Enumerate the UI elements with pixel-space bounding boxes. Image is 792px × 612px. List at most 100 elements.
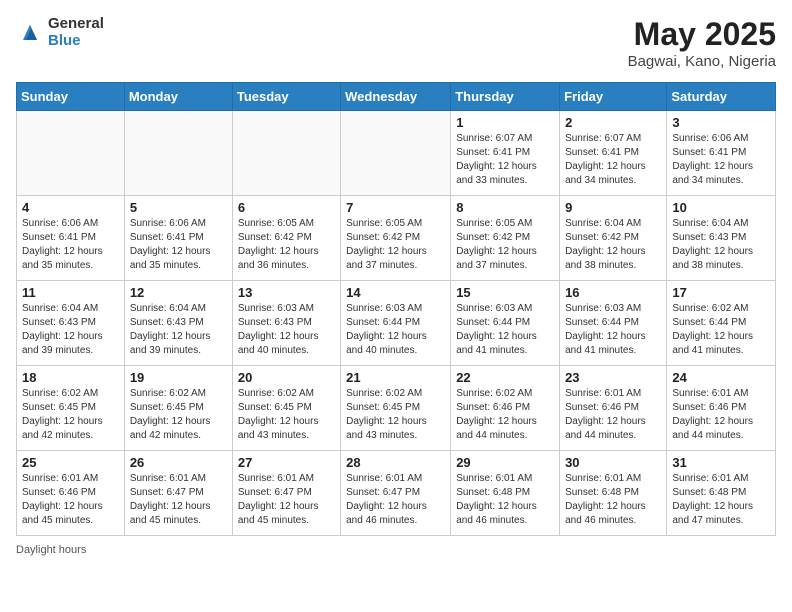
calendar-table: Sunday Monday Tuesday Wednesday Thursday… [16,82,776,536]
day-number: 3 [672,115,770,130]
calendar-cell: 20 Sunrise: 6:02 AM Sunset: 6:45 PM Dayli… [232,366,340,451]
day-number: 24 [672,370,770,385]
day-info: Sunrise: 6:06 AM Sunset: 6:41 PM Dayligh… [672,132,770,188]
header-wednesday: Wednesday [341,83,451,111]
day-number: 11 [22,285,119,300]
calendar-cell: 18 Sunrise: 6:02 AM Sunset: 6:45 PM Dayli… [17,366,125,451]
header-thursday: Thursday [451,83,560,111]
calendar-cell: 31 Sunrise: 6:01 AM Sunset: 6:48 PM Dayli… [667,451,776,536]
day-info: Sunrise: 6:01 AM Sunset: 6:47 PM Dayligh… [130,472,227,528]
calendar-cell: 7 Sunrise: 6:05 AM Sunset: 6:42 PM Daylig… [341,196,451,281]
calendar-cell: 25 Sunrise: 6:01 AM Sunset: 6:46 PM Dayli… [17,451,125,536]
logo-icon [16,19,44,47]
week-row-5: 25 Sunrise: 6:01 AM Sunset: 6:46 PM Dayli… [17,451,776,536]
calendar-cell: 30 Sunrise: 6:01 AM Sunset: 6:48 PM Dayli… [560,451,667,536]
day-number: 12 [130,285,227,300]
calendar-subtitle: Bagwai, Kano, Nigeria [628,53,776,70]
day-info: Sunrise: 6:06 AM Sunset: 6:41 PM Dayligh… [130,217,227,273]
day-number: 15 [456,285,554,300]
weekday-header-row: Sunday Monday Tuesday Wednesday Thursday… [17,83,776,111]
logo: General Blue [16,16,104,49]
calendar-cell: 1 Sunrise: 6:07 AM Sunset: 6:41 PM Daylig… [451,111,560,196]
day-info: Sunrise: 6:05 AM Sunset: 6:42 PM Dayligh… [238,217,335,273]
day-info: Sunrise: 6:01 AM Sunset: 6:47 PM Dayligh… [238,472,335,528]
calendar-cell: 14Sunrise: 6:03 AM Sunset: 6:44 PM Dayli… [341,281,451,366]
page-header: General Blue May 2025 Bagwai, Kano, Nige… [16,16,776,70]
day-info: Sunrise: 6:02 AM Sunset: 6:44 PM Dayligh… [672,302,770,358]
day-info: Sunrise: 6:04 AM Sunset: 6:43 PM Dayligh… [22,302,119,358]
day-number: 25 [22,455,119,470]
calendar-cell: 16Sunrise: 6:03 AM Sunset: 6:44 PM Dayli… [560,281,667,366]
day-info: Sunrise: 6:02 AM Sunset: 6:45 PM Dayligh… [346,387,445,443]
calendar-cell [124,111,232,196]
day-number: 9 [565,200,661,215]
day-info: Sunrise: 6:01 AM Sunset: 6:48 PM Dayligh… [672,472,770,528]
day-info: Sunrise: 6:04 AM Sunset: 6:43 PM Dayligh… [672,217,770,273]
day-info: Sunrise: 6:03 AM Sunset: 6:44 PM Dayligh… [346,302,445,358]
calendar-cell: 9 Sunrise: 6:04 AM Sunset: 6:42 PM Daylig… [560,196,667,281]
day-number: 30 [565,455,661,470]
day-info: Sunrise: 6:05 AM Sunset: 6:42 PM Dayligh… [346,217,445,273]
calendar-cell: 28 Sunrise: 6:01 AM Sunset: 6:47 PM Dayli… [341,451,451,536]
day-number: 22 [456,370,554,385]
calendar-cell: 29Sunrise: 6:01 AM Sunset: 6:48 PM Dayli… [451,451,560,536]
header-friday: Friday [560,83,667,111]
calendar-cell: 6 Sunrise: 6:05 AM Sunset: 6:42 PM Daylig… [232,196,340,281]
logo-text: General Blue [48,16,104,49]
day-number: 17 [672,285,770,300]
day-number: 10 [672,200,770,215]
calendar-cell: 10 Sunrise: 6:04 AM Sunset: 6:43 PM Dayli… [667,196,776,281]
day-number: 8 [456,200,554,215]
footer-note: Daylight hours [16,544,776,556]
calendar-cell: 2 Sunrise: 6:07 AM Sunset: 6:41 PM Daylig… [560,111,667,196]
day-info: Sunrise: 6:07 AM Sunset: 6:41 PM Dayligh… [456,132,554,188]
header-sunday: Sunday [17,83,125,111]
day-number: 26 [130,455,227,470]
day-number: 6 [238,200,335,215]
calendar-cell: 4Sunrise: 6:06 AM Sunset: 6:41 PM Daylig… [17,196,125,281]
day-info: Sunrise: 6:01 AM Sunset: 6:46 PM Dayligh… [22,472,119,528]
day-info: Sunrise: 6:01 AM Sunset: 6:48 PM Dayligh… [565,472,661,528]
calendar-cell [341,111,451,196]
calendar-cell: 17 Sunrise: 6:02 AM Sunset: 6:44 PM Dayli… [667,281,776,366]
calendar-cell: 13 Sunrise: 6:03 AM Sunset: 6:43 PM Dayli… [232,281,340,366]
day-number: 1 [456,115,554,130]
calendar-cell: 26 Sunrise: 6:01 AM Sunset: 6:47 PM Dayli… [124,451,232,536]
day-number: 7 [346,200,445,215]
week-row-2: 4 Sunrise: 6:06 AM Sunset: 6:41 PM Daylig… [17,196,776,281]
calendar-cell: 11 Sunrise: 6:04 AM Sunset: 6:43 PM Dayli… [17,281,125,366]
day-info: Sunrise: 6:02 AM Sunset: 6:45 PM Dayligh… [22,387,119,443]
day-info: Sunrise: 6:03 AM Sunset: 6:44 PM Dayligh… [456,302,554,358]
day-number: 2 [565,115,661,130]
title-block: May 2025 Bagwai, Kano, Nigeria [628,16,776,70]
day-number: 18 [22,370,119,385]
week-row-1: 1 Sunrise: 6:07 AM Sunset: 6:41 PM Daylig… [17,111,776,196]
day-info: Sunrise: 6:07 AM Sunset: 6:41 PM Dayligh… [565,132,661,188]
day-info: Sunrise: 6:03 AM Sunset: 6:44 PM Dayligh… [565,302,661,358]
calendar-cell: 15 Sunrise: 6:03 AM Sunset: 6:44 PM Dayli… [451,281,560,366]
day-info: Sunrise: 6:01 AM Sunset: 6:47 PM Dayligh… [346,472,445,528]
calendar-cell: 12Sunrise: 6:04 AM Sunset: 6:43 PM Dayli… [124,281,232,366]
day-number: 28 [346,455,445,470]
day-info: Sunrise: 6:01 AM Sunset: 6:46 PM Dayligh… [565,387,661,443]
calendar-cell: 3 Sunrise: 6:06 AM Sunset: 6:41 PM Daylig… [667,111,776,196]
day-info: Sunrise: 6:03 AM Sunset: 6:43 PM Dayligh… [238,302,335,358]
day-number: 4 [22,200,119,215]
calendar-cell [17,111,125,196]
day-number: 21 [346,370,445,385]
day-number: 23 [565,370,661,385]
calendar-title: May 2025 [628,16,776,53]
calendar-cell [232,111,340,196]
calendar-cell: 23 Sunrise: 6:01 AM Sunset: 6:46 PM Dayli… [560,366,667,451]
day-info: Sunrise: 6:04 AM Sunset: 6:42 PM Dayligh… [565,217,661,273]
header-saturday: Saturday [667,83,776,111]
day-number: 31 [672,455,770,470]
day-number: 20 [238,370,335,385]
day-number: 13 [238,285,335,300]
day-info: Sunrise: 6:02 AM Sunset: 6:45 PM Dayligh… [238,387,335,443]
week-row-3: 11 Sunrise: 6:04 AM Sunset: 6:43 PM Dayli… [17,281,776,366]
day-number: 29 [456,455,554,470]
day-info: Sunrise: 6:02 AM Sunset: 6:45 PM Dayligh… [130,387,227,443]
calendar-cell: 21 Sunrise: 6:02 AM Sunset: 6:45 PM Dayli… [341,366,451,451]
calendar-cell: 8Sunrise: 6:05 AM Sunset: 6:42 PM Daylig… [451,196,560,281]
